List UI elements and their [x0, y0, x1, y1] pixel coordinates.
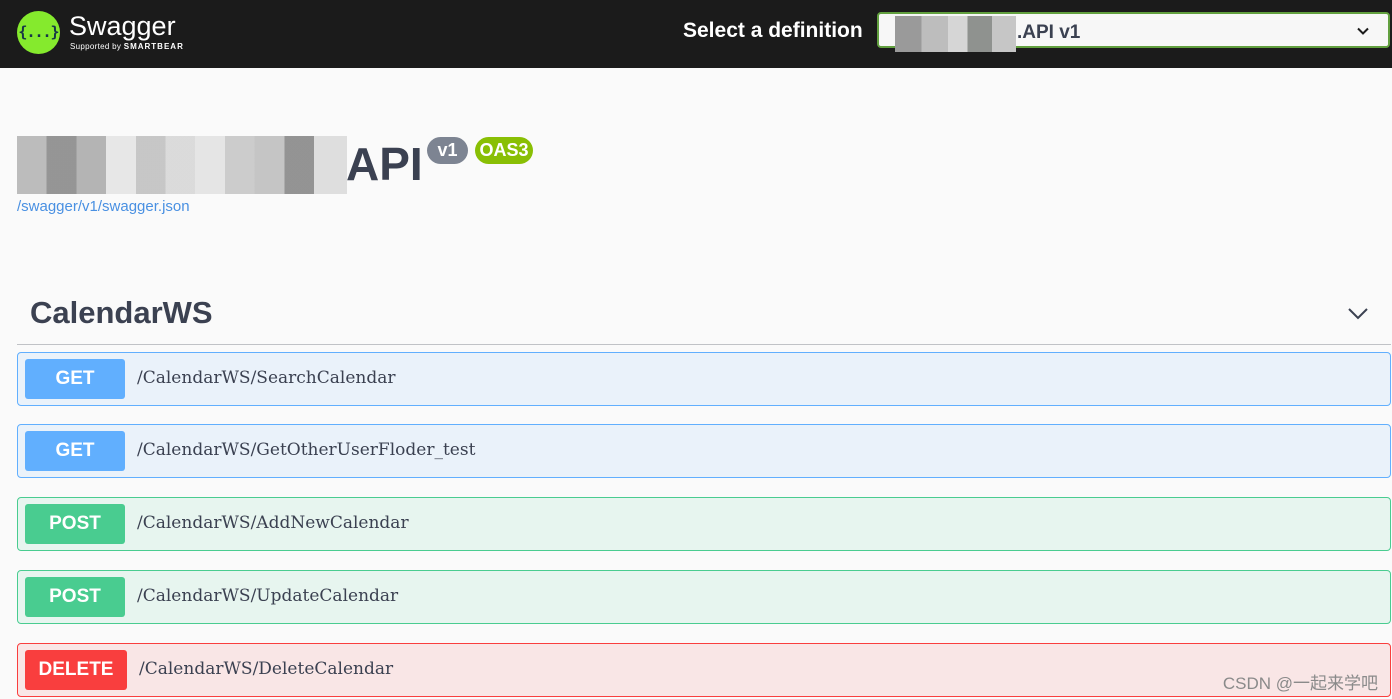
operation-get-other-user-floder[interactable]: GET /CalendarWS/GetOtherUserFloder_test: [17, 424, 1391, 478]
operation-post-update-calendar[interactable]: POST /CalendarWS/UpdateCalendar: [17, 570, 1391, 624]
operation-post-add-new-calendar[interactable]: POST /CalendarWS/AddNewCalendar: [17, 497, 1391, 551]
operation-path: /CalendarWS/GetOtherUserFloder_test: [137, 440, 476, 460]
redacted-blur: [895, 16, 1016, 52]
oas-badge: OAS3: [475, 137, 533, 164]
brand-name: Swagger: [69, 10, 176, 41]
method-badge: GET: [25, 359, 125, 399]
chevron-down-icon[interactable]: [1347, 302, 1369, 324]
brand-subtitle: Supported by SMARTBEAR: [70, 41, 184, 53]
watermark: CSDN @一起来学吧: [1222, 674, 1378, 693]
operation-get-search-calendar[interactable]: GET /CalendarWS/SearchCalendar: [17, 352, 1391, 406]
operation-path: /CalendarWS/SearchCalendar: [137, 368, 396, 388]
tag-title: CalendarWS: [30, 295, 213, 330]
select-definition-label: Select a definition: [683, 19, 863, 42]
api-title-suffix: API: [346, 138, 423, 190]
redacted-blur: [17, 136, 347, 194]
top-bar: {...} Swagger Supported by SMARTBEAR Sel…: [0, 0, 1392, 68]
method-badge: GET: [25, 431, 125, 471]
logo-glyph: {...}: [18, 23, 59, 41]
method-badge: POST: [25, 504, 125, 544]
definition-select[interactable]: .API v1: [877, 12, 1390, 52]
method-badge: DELETE: [25, 650, 127, 690]
operation-delete-calendar[interactable]: DELETE /CalendarWS/DeleteCalendar: [17, 643, 1391, 697]
operation-path: /CalendarWS/DeleteCalendar: [139, 659, 394, 679]
brand-sub-prefix: Supported by: [70, 41, 122, 51]
method-badge: POST: [25, 577, 125, 617]
logo-text: Swagger Supported by SMARTBEAR: [69, 10, 184, 53]
version-badge: v1: [427, 137, 468, 164]
tag-section-header[interactable]: CalendarWS: [17, 280, 1391, 345]
operation-path: /CalendarWS/AddNewCalendar: [137, 513, 409, 533]
selected-definition: .API v1: [1017, 22, 1081, 43]
chevron-down-icon: [1357, 27, 1369, 35]
operation-path: /CalendarWS/UpdateCalendar: [137, 586, 399, 606]
swagger-logo-icon: {...}: [17, 10, 60, 54]
brand-sub-company: SMARTBEAR: [123, 41, 184, 51]
swagger-logo[interactable]: {...} Swagger Supported by SMARTBEAR: [17, 7, 184, 57]
spec-json-link[interactable]: /swagger/v1/swagger.json: [17, 198, 190, 215]
